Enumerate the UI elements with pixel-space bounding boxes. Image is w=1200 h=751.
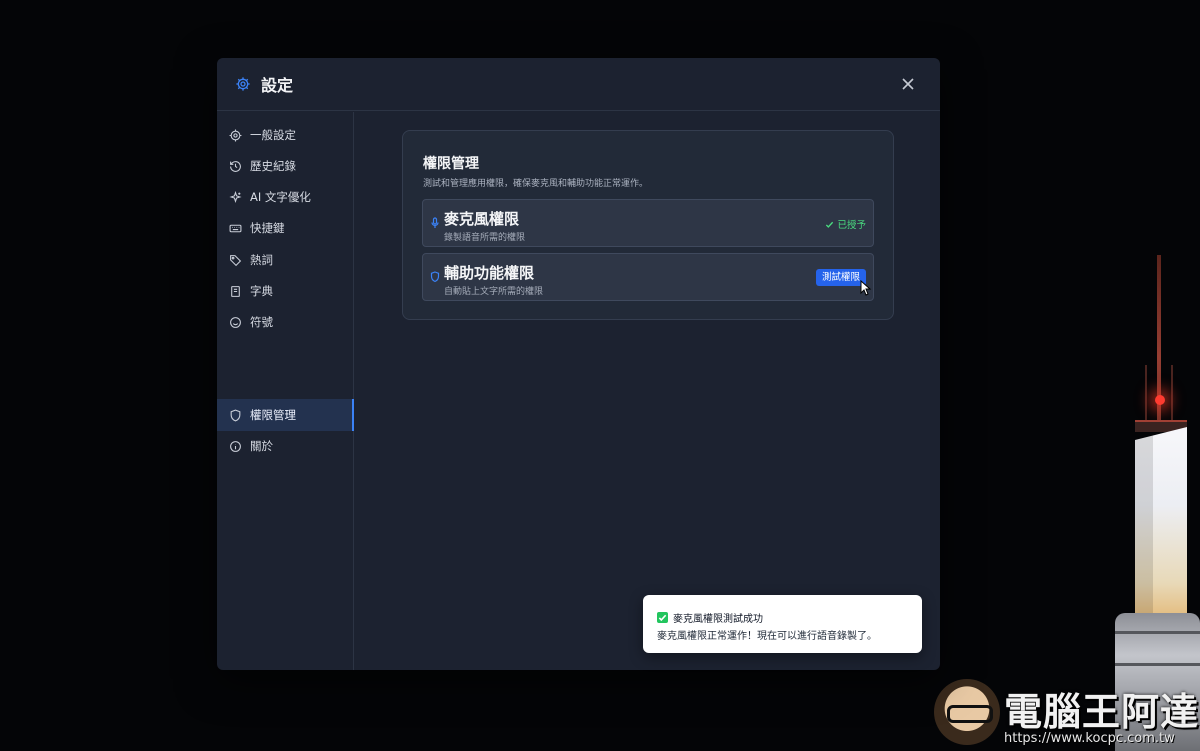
sidebar-item-label: 快捷鍵: [250, 221, 285, 235]
sidebar-item-general[interactable]: 一般設定: [217, 119, 354, 151]
status-text: 已授予: [837, 220, 866, 231]
microphone-permission-row: 麥克風權限 錄製語音所需的權限 已授予: [422, 199, 874, 247]
shield-icon: [230, 409, 241, 422]
sidebar-item-permissions[interactable]: 權限管理: [217, 399, 354, 431]
sidebar-item-label: 歷史紀錄: [250, 159, 296, 173]
watermark-url: https://www.kocpc.com.tw: [1004, 731, 1175, 746]
info-icon: [230, 440, 241, 452]
smile-icon: [230, 316, 241, 328]
gear-icon: [229, 129, 242, 141]
sidebar: 一般設定 歷史紀錄 AI 文字優化 快捷鍵 熱詞 字典 符號 權限管理 關於: [217, 112, 354, 670]
mascot-logo: [934, 679, 1000, 745]
sidebar-item-label: 字典: [250, 284, 273, 298]
status-badge: 已授予: [825, 217, 866, 231]
toast-title: 麥克風權限測試成功: [673, 614, 763, 625]
watermark-title: 電腦王阿達: [1004, 690, 1200, 734]
sidebar-item-dictionary[interactable]: 字典: [217, 275, 354, 307]
permission-description: 自動貼上文字所需的權限: [444, 287, 544, 297]
gear-icon: [236, 77, 250, 91]
shield-icon: [430, 271, 440, 283]
sparkles-icon: [229, 190, 242, 203]
permission-description: 錄製語音所需的權限: [444, 233, 526, 243]
sidebar-item-shortcuts[interactable]: 快捷鍵: [217, 212, 354, 244]
check-icon: [657, 612, 668, 623]
keyboard-icon: [229, 224, 242, 232]
sidebar-item-label: 一般設定: [250, 128, 296, 142]
microphone-icon: [431, 217, 439, 228]
permission-name: 麥克風權限: [444, 210, 520, 228]
permission-name: 輔助功能權限: [444, 264, 535, 282]
dialog-header: 設定: [217, 58, 940, 111]
success-toast: 麥克風權限測試成功 麥克風權限正常運作！現在可以進行語音錄製了。: [643, 595, 922, 653]
check-icon: [826, 221, 834, 228]
sidebar-item-hotwords[interactable]: 熱詞: [217, 244, 354, 276]
sidebar-item-label: 權限管理: [250, 408, 296, 422]
book-icon: [231, 285, 240, 297]
page-subtitle: 測試和管理應用權限，確保麥克風和輔助功能正常運作。: [423, 179, 649, 189]
permissions-card: 權限管理 測試和管理應用權限，確保麥克風和輔助功能正常運作。 麥克風權限 錄製語…: [402, 130, 894, 320]
dialog-title: 設定: [261, 76, 294, 95]
settings-dialog: 設定 一般設定 歷史紀錄 AI 文字優化 快捷鍵 熱詞 字典 符號 權限管理 關…: [217, 58, 940, 670]
watermark: 電腦王阿達 https://www.kocpc.com.tw: [930, 675, 1200, 751]
sidebar-item-label: 符號: [250, 315, 273, 329]
sidebar-item-label: AI 文字優化: [250, 190, 311, 204]
sidebar-item-history[interactable]: 歷史紀錄: [217, 150, 354, 182]
mouse-cursor-icon: [860, 280, 872, 296]
sidebar-item-label: 熱詞: [250, 253, 273, 267]
sidebar-item-ai-optimize[interactable]: AI 文字優化: [217, 181, 354, 213]
toast-message: 麥克風權限正常運作！現在可以進行語音錄製了。: [657, 631, 877, 642]
page-title: 權限管理: [423, 156, 479, 172]
accessibility-permission-row: 輔助功能權限 自動貼上文字所需的權限 測試權限: [422, 253, 874, 301]
sidebar-item-about[interactable]: 關於: [217, 430, 354, 462]
sidebar-item-label: 關於: [250, 439, 273, 453]
history-icon: [230, 160, 241, 172]
sidebar-item-symbols[interactable]: 符號: [217, 306, 354, 338]
tag-icon: [230, 254, 242, 266]
test-permission-button[interactable]: 測試權限: [815, 269, 866, 286]
close-icon[interactable]: [898, 74, 918, 94]
main-content: 權限管理 測試和管理應用權限，確保麥克風和輔助功能正常運作。 麥克風權限 錄製語…: [355, 112, 940, 670]
